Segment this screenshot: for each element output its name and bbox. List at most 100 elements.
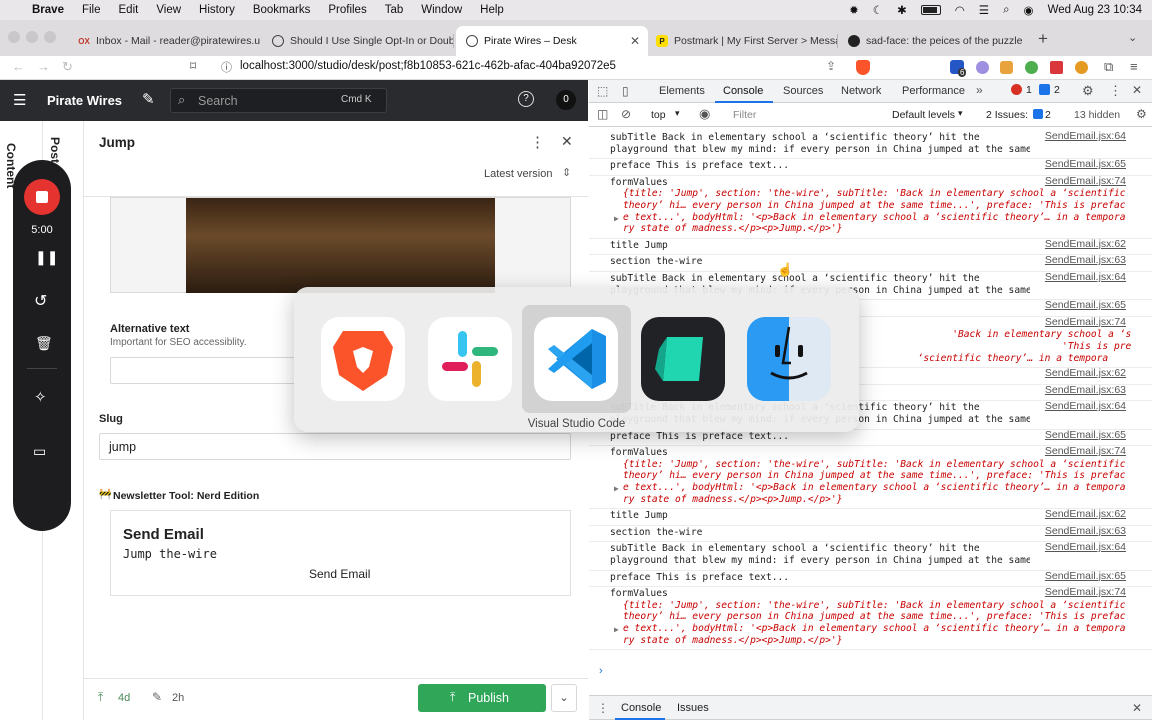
reload-icon[interactable]: ↻	[62, 59, 73, 75]
menu-profiles[interactable]: Profiles	[328, 4, 366, 16]
more-options-icon[interactable]: ⋮	[530, 133, 545, 151]
extension-icon[interactable]	[1025, 61, 1038, 74]
console-source-link[interactable]: SendEmail.jsx:62	[1045, 238, 1126, 251]
menubar-clock[interactable]: Wed Aug 23 10:34	[1048, 4, 1142, 16]
switcher-item[interactable]	[747, 317, 831, 401]
bookmark-icon[interactable]: ⌑	[190, 59, 196, 73]
console-object-entry[interactable]: formValues SendEmail.jsx:74 {title: 'Jump'…	[589, 587, 1152, 651]
switcher-item[interactable]	[428, 317, 512, 401]
console-log-entry[interactable]: preface This is preface text... SendEmail…	[589, 159, 1152, 176]
switcher-item[interactable]	[641, 317, 725, 401]
devtools-tab-sources[interactable]: Sources	[783, 85, 823, 97]
browser-tab[interactable]: P Postmark | My First Server > Messa	[646, 26, 838, 56]
window-close-dot[interactable]	[8, 31, 20, 43]
wifi-icon[interactable]: ◠	[955, 3, 965, 17]
site-info-icon[interactable]: ⓘ	[221, 59, 232, 75]
close-tab-icon[interactable]: ✕	[630, 34, 640, 48]
console-settings-icon[interactable]: ⚙	[1136, 107, 1147, 121]
restart-icon[interactable]: ↺	[34, 291, 47, 311]
more-options-icon[interactable]: ⋮	[1109, 83, 1122, 99]
close-devtools-icon[interactable]: ✕	[1132, 83, 1142, 97]
console-log-entry[interactable]: subTitle Back in elementary school a ‘sc…	[589, 542, 1152, 571]
console-source-link[interactable]: SendEmail.jsx:62	[1045, 368, 1126, 380]
eye-icon[interactable]: ◉	[699, 106, 710, 122]
settings-gear-icon[interactable]: ⚙	[1082, 83, 1094, 99]
console-source-link[interactable]: SendEmail.jsx:63	[1045, 255, 1126, 267]
console-source-link[interactable]: SendEmail.jsx:74	[1045, 587, 1126, 599]
console-source-link[interactable]: SendEmail.jsx:64	[1045, 130, 1126, 143]
more-tabs-icon[interactable]: »	[976, 83, 983, 97]
log-levels-dropdown[interactable]: Default levels	[892, 109, 955, 121]
devtools-tab-network[interactable]: Network	[841, 85, 881, 97]
pane-label-post[interactable]: Post	[48, 137, 62, 163]
menu-view[interactable]: View	[156, 4, 181, 16]
camera-icon[interactable]: ▭	[33, 443, 46, 460]
console-source-link[interactable]: SendEmail.jsx:63	[1045, 384, 1126, 397]
console-log-entry[interactable]: section the-wire SendEmail.jsx:63	[589, 525, 1152, 543]
menu-app-name[interactable]: Brave	[32, 4, 64, 16]
search-box[interactable]: ⌕ Search Cmd K	[170, 88, 387, 113]
expand-triangle-icon[interactable]: ▶	[614, 483, 619, 495]
console-log-entry[interactable]: title Jump SendEmail.jsx:62	[589, 509, 1152, 526]
console-source-link[interactable]: SendEmail.jsx:63	[1045, 525, 1126, 538]
menu-icon[interactable]: ≡	[1130, 59, 1138, 74]
menu-tab[interactable]: Tab	[385, 4, 404, 16]
siri-icon[interactable]: ◉	[1024, 3, 1034, 17]
console-source-link[interactable]: SendEmail.jsx:74	[1045, 446, 1126, 458]
close-icon[interactable]: ✕	[561, 133, 573, 150]
extension-icon[interactable]	[976, 61, 989, 74]
image-field[interactable]	[110, 197, 571, 293]
close-drawer-icon[interactable]: ✕	[1132, 701, 1142, 715]
console-object-entry[interactable]: formValues SendEmail.jsx:74 {title: 'Jump'…	[589, 446, 1152, 510]
console-source-link[interactable]: SendEmail.jsx:64	[1045, 271, 1126, 284]
help-icon[interactable]: ?	[518, 91, 534, 107]
browser-tab[interactable]: sad-face: the peices of the puzzle	[838, 26, 1030, 56]
send-email-button[interactable]: Send Email	[309, 567, 370, 581]
console-object-entry[interactable]: formValues SendEmail.jsx:74 {title: 'Jump'…	[589, 175, 1152, 239]
drawer-tab-issues[interactable]: Issues	[677, 702, 709, 714]
moon-icon[interactable]: ☾	[873, 3, 883, 17]
devtools-tab-performance[interactable]: Performance	[902, 85, 965, 97]
console-source-link[interactable]: SendEmail.jsx:74	[1045, 175, 1126, 188]
console-source-link[interactable]: SendEmail.jsx:65	[1045, 159, 1126, 171]
devtools-tab-elements[interactable]: Elements	[659, 85, 705, 97]
brand-title[interactable]: Pirate Wires	[47, 93, 122, 108]
menu-window[interactable]: Window	[421, 4, 462, 16]
console-source-link[interactable]: SendEmail.jsx:64	[1045, 401, 1126, 413]
chevron-updown-icon[interactable]: ⇕	[562, 166, 571, 179]
extension-icon[interactable]	[1075, 61, 1088, 74]
slug-input[interactable]: jump	[99, 433, 571, 460]
console-log-entry[interactable]: preface This is preface text... SendEmail…	[589, 570, 1152, 588]
console-prompt-icon[interactable]: ›	[599, 665, 603, 677]
issues-label[interactable]: 2 Issues:	[986, 109, 1028, 121]
clear-console-icon[interactable]: ⊘	[621, 107, 631, 121]
stop-record-button[interactable]	[24, 179, 60, 215]
brightness-icon[interactable]: ✹	[849, 3, 859, 17]
pause-icon[interactable]: ❚❚	[35, 249, 58, 266]
devtools-tab-console[interactable]: Console	[723, 85, 763, 97]
extensions-puzzle-icon[interactable]: ⧉	[1104, 59, 1113, 75]
share-icon[interactable]: ⇪	[826, 59, 836, 73]
console-source-link[interactable]: SendEmail.jsx:62	[1045, 509, 1126, 521]
console-log-entry[interactable]: subTitle Back in elementary school a ‘sc…	[589, 130, 1152, 160]
console-object-preview[interactable]: {title: 'Jump', section: 'the-wire', sub…	[623, 459, 1131, 505]
brave-shields-icon[interactable]	[856, 60, 870, 75]
console-source-link[interactable]: SendEmail.jsx:65	[1045, 429, 1126, 442]
hamburger-icon[interactable]: ☰	[13, 91, 26, 109]
switcher-item-selected[interactable]	[534, 317, 618, 401]
search-icon[interactable]: ⌕	[1003, 4, 1009, 17]
console-log-entry[interactable]: section the-wire SendEmail.jsx:63	[589, 255, 1152, 272]
console-log-entry[interactable]: preface This is preface text... SendEmail…	[589, 429, 1152, 447]
filter-input[interactable]: Filter	[733, 109, 756, 121]
console-source-link[interactable]: SendEmail.jsx:65	[1045, 570, 1126, 583]
expand-triangle-icon[interactable]: ▶	[614, 213, 619, 225]
publish-menu-button[interactable]: ⌄	[551, 684, 577, 712]
extension-icon[interactable]	[1000, 61, 1013, 74]
expand-triangle-icon[interactable]: ▶	[614, 624, 619, 636]
control-center-icon[interactable]: ☰	[979, 3, 989, 17]
extension-icon[interactable]	[1050, 61, 1063, 74]
drawer-tab-console[interactable]: Console	[621, 702, 661, 714]
menu-edit[interactable]: Edit	[119, 4, 139, 16]
drawer-menu-icon[interactable]: ⋮	[597, 701, 609, 715]
new-tab-icon[interactable]: +	[1038, 29, 1048, 49]
